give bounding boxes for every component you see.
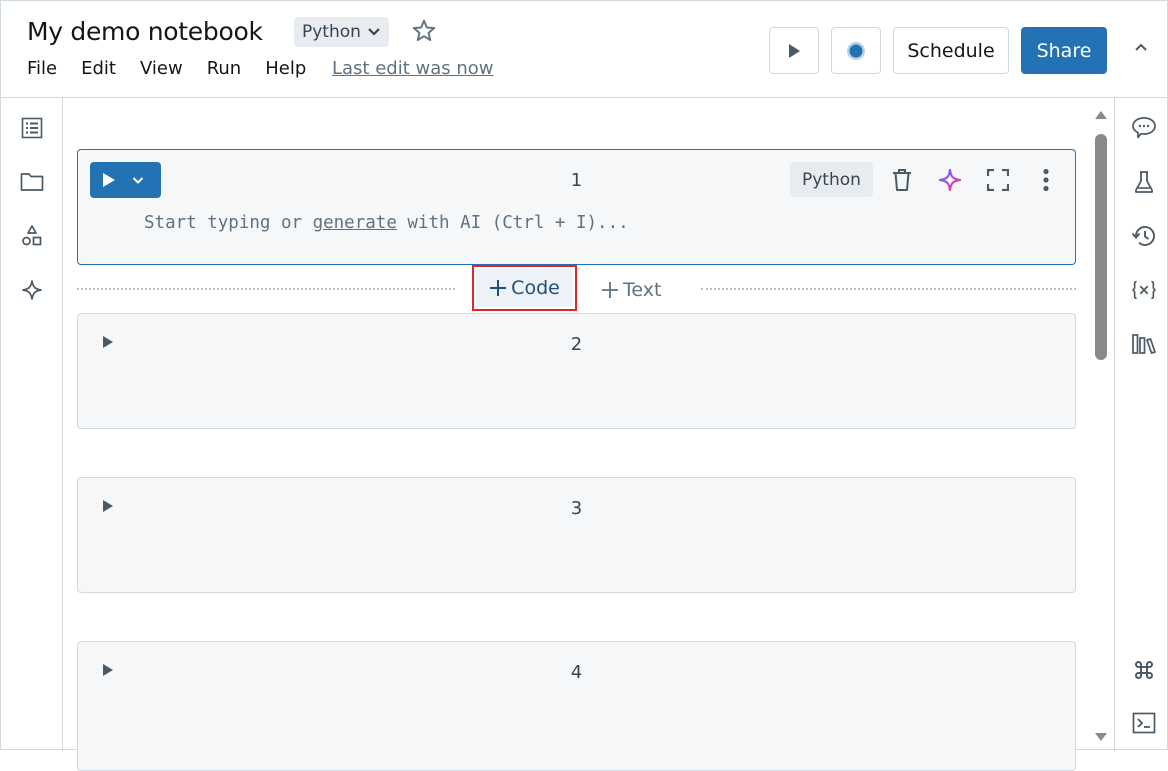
variables-icon[interactable]	[1131, 277, 1157, 303]
plus-icon	[602, 282, 618, 298]
placeholder-text: Start typing or	[144, 213, 313, 233]
run-all-button[interactable]	[769, 27, 819, 74]
collapse-header-icon[interactable]	[1133, 39, 1149, 58]
vertical-scrollbar[interactable]	[1091, 106, 1111, 751]
menu-file[interactable]: File	[27, 58, 57, 79]
cell-number: 4	[570, 662, 583, 683]
notebook-window: My demo notebook Python File Edit View R…	[0, 0, 1168, 771]
expand-fullscreen-icon[interactable]	[984, 166, 1012, 194]
cell-editor-placeholder[interactable]: Start typing or generate with AI (Ctrl +…	[144, 213, 629, 233]
add-code-label: Code	[511, 277, 560, 299]
shapes-icon[interactable]	[20, 224, 44, 248]
menu-help[interactable]: Help	[265, 58, 306, 79]
notebook-cell[interactable]: 1 Python Start typing or generate with A…	[77, 149, 1076, 265]
notebook-language-dropdown[interactable]: Python	[294, 17, 389, 47]
cell-language-badge[interactable]: Python	[790, 162, 873, 197]
favorite-star-icon[interactable]	[411, 18, 437, 50]
keyboard-shortcuts-icon[interactable]	[1131, 657, 1157, 683]
notebook-title[interactable]: My demo notebook	[27, 17, 263, 46]
terminal-icon[interactable]	[1131, 710, 1157, 736]
language-label: Python	[302, 22, 361, 42]
play-icon	[789, 43, 800, 58]
add-code-cell-inner: Code	[476, 269, 573, 307]
divider-line	[701, 288, 1076, 290]
add-text-cell-button[interactable]: Text	[601, 276, 661, 304]
assistant-sparkle-icon[interactable]	[20, 278, 44, 302]
version-history-icon[interactable]	[1131, 223, 1157, 249]
scroll-down-arrow-icon[interactable]	[1094, 732, 1108, 742]
menu-run[interactable]: Run	[207, 58, 242, 79]
plus-icon	[490, 280, 507, 296]
library-icon[interactable]	[1131, 331, 1157, 357]
cell-number: 3	[570, 498, 583, 519]
notebook-cell[interactable]: 3	[77, 477, 1076, 593]
notebook-cell[interactable]: 2	[77, 313, 1076, 429]
delete-cell-icon[interactable]	[888, 166, 916, 194]
add-text-label: Text	[623, 279, 662, 301]
comments-icon[interactable]	[1131, 115, 1157, 141]
add-code-cell-button[interactable]: Code	[472, 265, 577, 311]
table-of-contents-icon[interactable]	[20, 116, 44, 140]
placeholder-text: with AI (Ctrl + I)...	[396, 213, 629, 233]
cell-number: 2	[570, 334, 583, 355]
divider-line	[77, 288, 455, 290]
ai-assistant-sparkle-icon[interactable]	[936, 166, 964, 194]
last-edit-link[interactable]: Last edit was now	[332, 58, 494, 79]
left-sidebar	[1, 98, 63, 751]
notebook-header: My demo notebook Python File Edit View R…	[1, 1, 1168, 98]
notebook-cell[interactable]: 4	[77, 641, 1076, 771]
share-button[interactable]: Share	[1021, 27, 1107, 74]
cell-number: 1	[570, 170, 583, 191]
schedule-button[interactable]: Schedule	[893, 27, 1009, 74]
chevron-down-icon	[368, 28, 380, 36]
compute-status-button[interactable]	[831, 27, 881, 74]
menu-view[interactable]: View	[140, 58, 183, 79]
experiments-flask-icon[interactable]	[1131, 169, 1157, 195]
scroll-up-arrow-icon[interactable]	[1094, 110, 1108, 120]
menu-edit[interactable]: Edit	[81, 58, 116, 79]
right-sidebar	[1114, 98, 1168, 751]
more-options-icon[interactable]	[1032, 166, 1060, 194]
folder-icon[interactable]	[20, 170, 44, 194]
menu-bar: File Edit View Run Help	[27, 58, 330, 79]
scrollbar-thumb[interactable]	[1095, 134, 1107, 360]
compute-connected-icon	[847, 41, 865, 60]
generate-link[interactable]: generate	[313, 213, 397, 233]
